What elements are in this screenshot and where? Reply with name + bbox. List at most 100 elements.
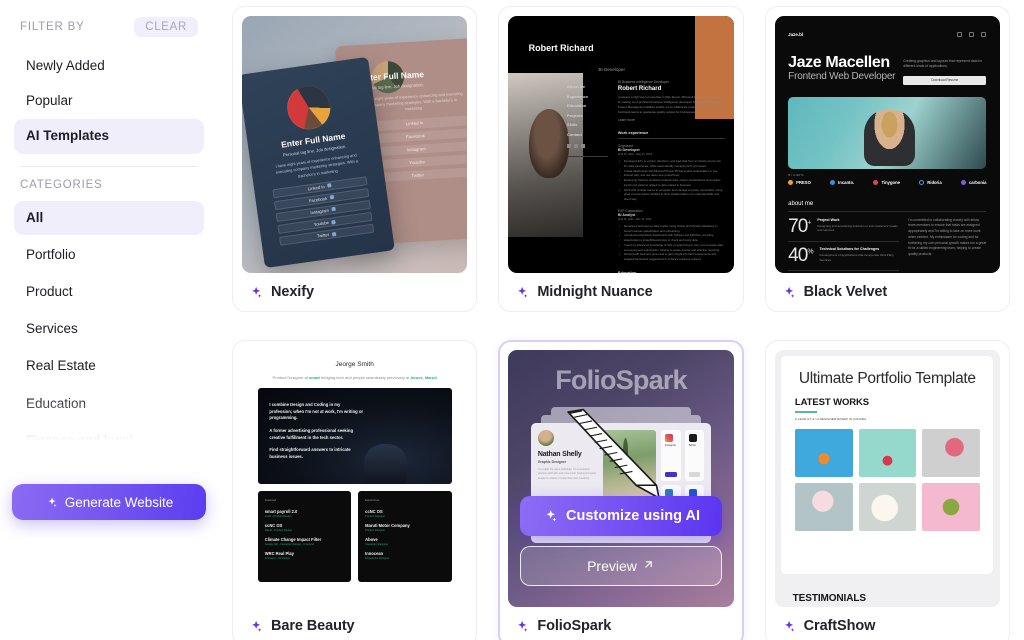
category-item-product[interactable]: Product (14, 275, 204, 309)
barebeauty-name: Jeorge Smith (335, 361, 374, 369)
job-title: BI Developer (617, 148, 640, 153)
blackvelvet-about-rule (788, 210, 987, 212)
blackvelvet-topbar: Jaze.bl (788, 31, 987, 37)
preview-button[interactable]: Preview (519, 546, 723, 587)
tagline-previous: Above, Maruti (410, 375, 437, 381)
external-link-icon (331, 219, 337, 224)
stat-suffix: % (807, 248, 813, 256)
template-card-bare-beauty[interactable]: Jeorge Smith Product Designer at smart b… (232, 340, 478, 640)
stat-number: 70+ (788, 215, 811, 237)
blackvelvet-hero: Jaze Macellen Frontend Web Developer Cre… (788, 54, 987, 85)
stat-title: Project Work (817, 217, 840, 222)
midnight-kicker: BI Business Intelligence Developer (617, 80, 669, 85)
featured-meta: Google AID - Interaction Design - Fronte… (264, 543, 314, 547)
category-item-portfolio[interactable]: Portfolio (14, 238, 204, 272)
craftshow-title: Ultimate Portfolio Template (798, 369, 976, 387)
experience-item: Maruti Motor Company (365, 523, 410, 529)
blackvelvet-about-title: about me (788, 200, 814, 207)
template-card-midnight-nuance[interactable]: Robert Richard BI Developer About Me Exp… (498, 6, 744, 312)
experience-item: Above (365, 537, 378, 543)
blackvelvet-backdrop: Jaze.bl Jaze Macellen Frontend Web Devel… (774, 16, 1000, 273)
generate-website-button[interactable]: Generate Website (12, 484, 206, 520)
sparkle-icon (514, 619, 529, 634)
twitter-icon (573, 143, 578, 148)
template-name: Black Velvet (803, 284, 888, 300)
job-bullet: Work with multiple teams to recognize an… (618, 188, 725, 202)
client-logo-icon (788, 180, 794, 186)
category-item-all[interactable]: All (14, 200, 204, 235)
work-tile-cherries-on-mint (858, 428, 917, 478)
preview-label: Preview (587, 558, 637, 575)
job-bullet: Employing Optimal, predictive analysis d… (618, 178, 725, 188)
template-card-nexify[interactable]: Enter Full Name Personal tag line, Job d… (232, 6, 478, 312)
stat-title: Technical Solutions for Challenges (819, 247, 880, 252)
filter-sidebar: FILTER BY CLEAR Newly Added Popular AI T… (0, 0, 218, 640)
barebeauty-statement: I combine Design and Coding in my profes… (269, 401, 364, 421)
template-thumbnail-foliospark: FolioSpark Nathan Shelly Graphic Designe… (508, 350, 734, 607)
work-tile-pink-flower-on-grey (922, 428, 980, 478)
share-icon (957, 31, 963, 37)
nexify-back-body: I have eight years of experience enhanci… (363, 90, 463, 112)
midnight-nav-item: About Me (566, 84, 586, 90)
midnight-role: BI Developer (598, 67, 626, 73)
featured-meta: Maruti - Product Design (264, 529, 293, 533)
filter-item-popular[interactable]: Popular (14, 84, 204, 118)
midnight-nav-item: Skills (566, 122, 578, 128)
category-item-finance-and-legal[interactable]: Finance and legal (14, 424, 204, 458)
experience-meta: Product Designer (365, 529, 386, 533)
midnight-intro: I possess a high level of expertise in S… (617, 95, 723, 114)
sparkle-icon (248, 285, 263, 300)
blackvelvet-hero-image (788, 96, 987, 170)
customize-using-ai-button[interactable]: Customize using AI (519, 496, 723, 537)
category-item-services[interactable]: Services (14, 312, 204, 346)
sparkle-icon (45, 496, 58, 509)
template-name: Midnight Nuance (537, 284, 653, 300)
filter-item-newly-added[interactable]: Newly Added (14, 49, 204, 83)
midnight-nav-item: Experience (566, 93, 589, 99)
tagline-pre: Product Designer at (272, 375, 309, 381)
stat-suffix: + (807, 219, 811, 227)
template-card-craftshow[interactable]: Ultimate Portfolio Template LATEST WORKS… (764, 340, 1010, 640)
stat-desc: Designing and developing solutions to su… (817, 223, 898, 233)
midnight-job: Cognizant BI Developer April 15, 2022 - … (618, 144, 725, 202)
craftshow-section-title: LATEST WORKS (794, 396, 870, 408)
link-label: Instagram (310, 207, 330, 216)
sparkle-icon (781, 619, 796, 634)
stat-divider (788, 270, 900, 271)
blackvelvet-stats: 70+ Project Work Designing and developin… (788, 215, 900, 271)
template-grid: Enter Full Name Personal tag line, Job d… (232, 6, 1010, 640)
featured-item: WRC Real Play (264, 551, 294, 557)
barebeauty-statement: A former advertising professional seekin… (269, 427, 354, 440)
midnight-rule (617, 137, 725, 139)
avatar (537, 429, 554, 446)
template-name: CraftShow (803, 618, 876, 634)
clear-filters-button[interactable]: CLEAR (134, 17, 198, 37)
template-thumbnail-bare-beauty: Jeorge Smith Product Designer at smart b… (242, 350, 468, 607)
blackvelvet-role: Frontend Web Developer (788, 71, 896, 83)
midnight-social-icons (566, 143, 608, 148)
bookmark-icon (969, 31, 975, 37)
category-item-education[interactable]: Education (14, 387, 204, 421)
social-tile: Twitter (684, 429, 705, 481)
template-footer-midnight-nuance: Midnight Nuance (508, 273, 733, 311)
client-name: Ridoria (927, 180, 942, 186)
sparkle-icon (248, 619, 263, 634)
blackvelvet-intro: Creating graphics and layouts that repre… (903, 58, 983, 69)
filter-item-ai-templates[interactable]: AI Templates (14, 119, 204, 154)
midnight-backdrop: Robert Richard BI Developer About Me Exp… (508, 16, 734, 273)
app-root: FILTER BY CLEAR Newly Added Popular AI T… (0, 0, 1024, 640)
category-item-real-estate[interactable]: Real Estate (14, 349, 204, 383)
template-card-foliospark[interactable]: FolioSpark Nathan Shelly Graphic Designe… (498, 340, 744, 640)
template-name: Bare Beauty (271, 618, 355, 634)
job-bullet: Create dashboards with Microsoft Power B… (618, 169, 725, 179)
job-bullet: Developed ETL to extract, transform, and… (618, 159, 725, 169)
client-name: Tinygone (881, 180, 900, 186)
tagline-brand: smart (308, 375, 320, 381)
blackvelvet-logo: Jaze.bl (788, 31, 804, 37)
client-name: Incanto. (838, 180, 855, 186)
generate-website-container: Generate Website (12, 484, 206, 520)
template-card-black-velvet[interactable]: Jaze.bl Jaze Macellen Frontend Web Devel… (764, 6, 1010, 312)
blackvelvet-hero-right: Creating graphics and layouts that repre… (903, 55, 987, 85)
filter-by-label: FILTER BY (20, 21, 85, 33)
blackvelvet-stats-section: 70+ Project Work Designing and developin… (788, 215, 986, 271)
